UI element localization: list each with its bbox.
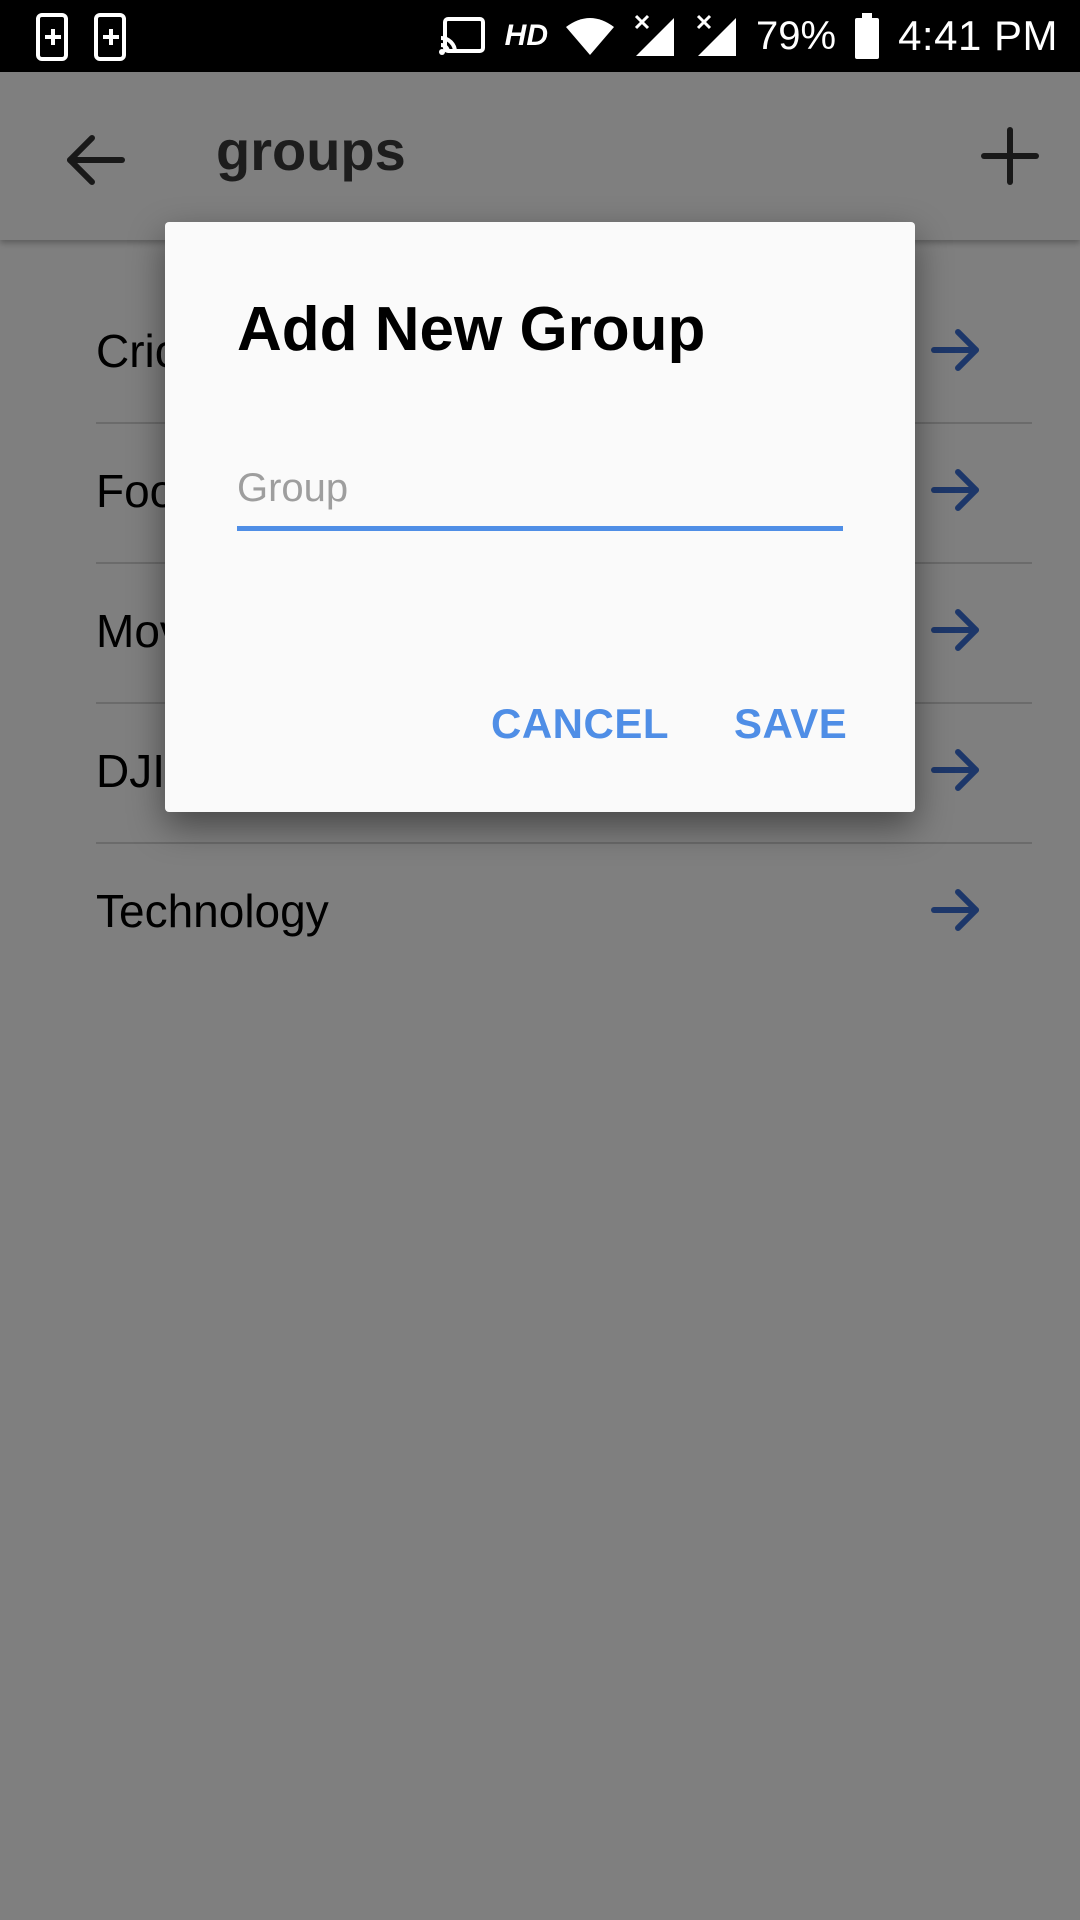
hd-indicator: HD [504, 19, 549, 52]
cancel-button[interactable]: CANCEL [491, 700, 669, 748]
battery-percent: 79% [756, 13, 837, 58]
add-group-dialog: Add New Group CANCEL SAVE [165, 222, 915, 812]
status-right-icons: HD 79% 4:41 PM [438, 0, 1058, 72]
battery-icon [855, 13, 880, 59]
signal-icon [696, 14, 737, 56]
cast-icon [438, 17, 485, 55]
save-button[interactable]: SAVE [734, 700, 847, 748]
clock: 4:41 PM [898, 12, 1058, 59]
phone-add-icon [36, 13, 68, 61]
dialog-title: Add New Group [237, 295, 706, 364]
phone-add-icon [94, 13, 126, 61]
group-name-input[interactable] [237, 450, 843, 531]
status-bar: HD 79% 4:41 PM [0, 0, 1080, 72]
status-left-icons [34, 12, 132, 62]
signal-icon [634, 14, 675, 56]
wifi-icon [566, 18, 615, 55]
